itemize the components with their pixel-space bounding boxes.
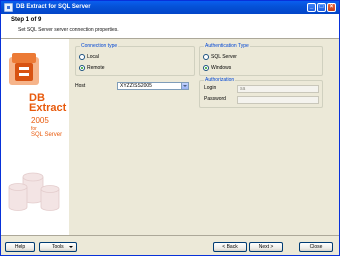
connection-type-group: Connection type Local Remote (75, 43, 195, 76)
radio-local[interactable]: Local (79, 53, 99, 61)
step-title: Step 1 of 9 (11, 17, 42, 23)
radio-sql-server-label: SQL Server (211, 53, 237, 60)
radio-sql-server[interactable]: SQL Server (203, 53, 237, 61)
chevron-down-icon (69, 246, 73, 248)
branding-panel: DB Extract 2005 for SQL Server (1, 39, 69, 235)
password-label: Password (204, 96, 226, 102)
step-description: Set SQL Server server connection propert… (18, 27, 119, 33)
back-button[interactable]: < Back (213, 242, 247, 252)
product-logo-icon (9, 53, 39, 85)
maximize-button[interactable]: □ (317, 3, 326, 12)
database-cylinders-icon (8, 172, 60, 211)
tools-button[interactable]: Tools (39, 242, 77, 252)
next-button[interactable]: Next > (249, 242, 283, 252)
help-button[interactable]: Help (5, 242, 35, 252)
authorization-group: Authorization Login sa Password (199, 77, 323, 108)
host-value: XYZZ\SS2005 (120, 83, 152, 89)
connection-type-title: Connection type (80, 43, 119, 50)
login-label: Login (204, 85, 217, 91)
product-target: SQL Server (31, 132, 63, 138)
close-button[interactable]: Close (299, 242, 333, 252)
chevron-down-icon[interactable] (181, 83, 188, 89)
close-button-label: Close (309, 244, 323, 250)
radio-windows-button[interactable] (203, 65, 209, 71)
product-name: DB Extract (29, 93, 67, 114)
next-button-label: Next > (258, 244, 274, 250)
tools-button-label: Tools (52, 244, 64, 250)
minimize-button[interactable]: _ (307, 3, 316, 12)
window-title: DB Extract for SQL Server (16, 4, 91, 10)
wizard-content: Connection type Local Remote Host XYZZ\S… (69, 39, 339, 235)
authentication-type-group: Authentication Type SQL Server Windows (199, 43, 323, 76)
app-icon (4, 3, 13, 12)
radio-remote-button[interactable] (79, 65, 85, 71)
help-button-label: Help (14, 244, 26, 250)
login-field[interactable]: sa (237, 85, 319, 93)
radio-remote-label: Remote (87, 64, 105, 71)
host-select[interactable]: XYZZ\SS2005 (117, 82, 189, 90)
login-value: sa (240, 86, 246, 92)
radio-sql-server-button[interactable] (203, 54, 209, 60)
authentication-type-title: Authentication Type (204, 43, 250, 50)
step-header: Step 1 of 9 Set SQL Server server connec… (1, 14, 339, 39)
radio-remote[interactable]: Remote (79, 64, 105, 72)
close-window-button[interactable]: × (327, 3, 336, 12)
product-name-line2: Extract (29, 102, 67, 114)
back-button-label: < Back (222, 244, 238, 250)
radio-local-label: Local (87, 53, 99, 60)
radio-windows-label: Windows (211, 64, 232, 71)
password-field[interactable] (237, 96, 319, 104)
wizard-footer: Help Tools < Back Next > Close (1, 235, 339, 255)
title-bar[interactable]: DB Extract for SQL Server _ □ × (1, 1, 339, 14)
product-year: 2005 (31, 116, 49, 125)
radio-local-button[interactable] (79, 54, 85, 60)
authorization-title: Authorization (204, 77, 236, 84)
wizard-window: DB Extract for SQL Server _ □ × Step 1 o… (0, 0, 340, 256)
radio-windows[interactable]: Windows (203, 64, 231, 72)
host-label: Host (75, 83, 86, 89)
